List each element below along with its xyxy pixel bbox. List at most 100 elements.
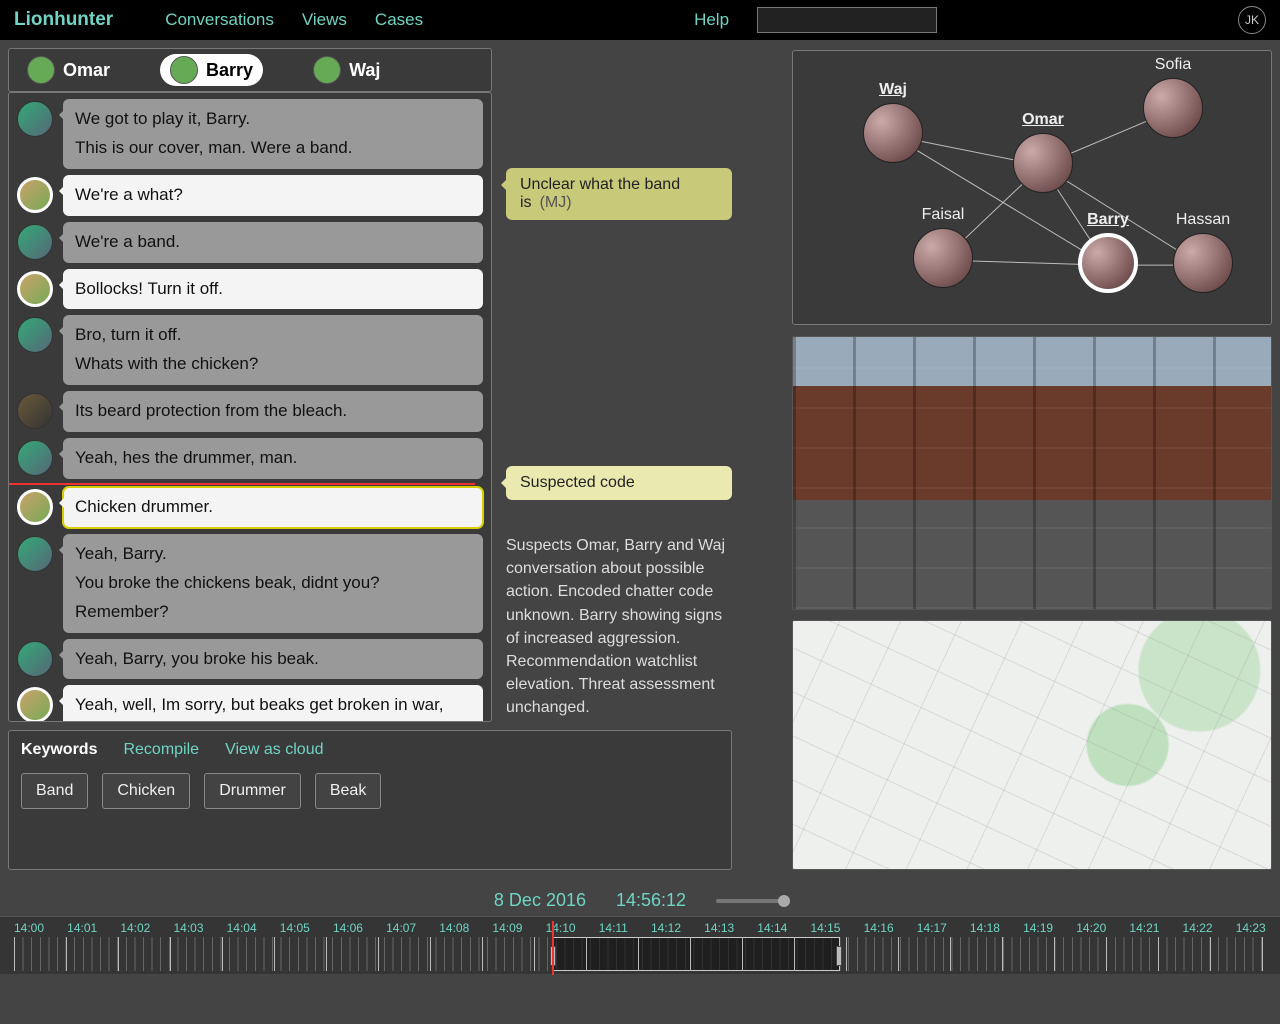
message-bubble[interactable]: We're a band. [63,222,483,263]
participant-omar[interactable]: Omar [17,54,120,86]
nav-conversations[interactable]: Conversations [165,10,274,30]
message-line: We're a band. [75,228,471,257]
message-bubble[interactable]: Bollocks! Turn it off. [63,269,483,310]
selection-handle-left[interactable] [550,946,556,966]
annotation[interactable]: Unclear what the band is(MJ) [506,168,732,220]
timeline-tick-label: 14:06 [333,921,363,935]
timeline-tick-label: 14:00 [14,921,44,935]
message-line: We got to play it, Barry. [75,105,471,134]
message-line: Its beard protection from the bleach. [75,397,471,426]
message-bubble[interactable]: Yeah, Barry, you broke his beak. [63,639,483,680]
participant-barry[interactable]: Barry [160,54,263,86]
timeline-tick-label: 14:16 [864,921,894,935]
speaker-avatar-barry [17,489,53,525]
timeline-tick-label: 14:18 [970,921,1000,935]
selection-handle-right[interactable] [836,946,842,966]
participant-waj[interactable]: Waj [303,54,390,86]
message-row[interactable]: Yeah, Barry.You broke the chickens beak,… [17,534,483,633]
timeline[interactable]: 14:0014:0114:0214:0314:0414:0514:0614:07… [0,916,1280,974]
node-avatar [1078,233,1138,293]
message-bubble[interactable]: Yeah, well, Im sorry, but beaks get brok… [63,685,483,722]
message-line: Whats with the chicken? [75,350,471,379]
keyword-chip[interactable]: Chicken [102,773,190,809]
node-avatar [863,103,923,163]
keyword-chip[interactable]: Beak [315,773,381,809]
message-line: We're a what? [75,181,471,210]
node-label: Sofia [1133,56,1213,74]
graph-node-faisal[interactable]: Faisal [903,206,983,288]
keyword-chip[interactable]: Drummer [204,773,301,809]
message-row[interactable]: Chicken drummer. [17,487,483,528]
message-bubble[interactable]: Chicken drummer. [63,487,483,528]
graph-node-hassan[interactable]: Hassan [1163,211,1243,293]
message-bubble[interactable]: Its beard protection from the bleach. [63,391,483,432]
annotation-author: (MJ) [540,194,572,211]
message-bubble[interactable]: Yeah, Barry.You broke the chickens beak,… [63,534,483,633]
search-input[interactable] [757,7,937,33]
message-row[interactable]: We're a what? [17,175,483,216]
message-line: Yeah, Barry, you broke his beak. [75,645,471,674]
message-line: This is our cover, man. Were a band. [75,134,471,163]
timeline-tick-label: 14:03 [173,921,203,935]
message-bubble[interactable]: We got to play it, Barry.This is our cov… [63,99,483,169]
graph-node-waj[interactable]: Waj [853,81,933,163]
timeline-selection[interactable] [552,937,840,971]
keywords-view-cloud[interactable]: View as cloud [225,741,323,759]
message-bubble[interactable]: Yeah, hes the drummer, man. [63,438,483,479]
speaker-avatar-omar [17,224,53,260]
speaker-avatar-omar [17,101,53,137]
timeline-tick-label: 14:02 [120,921,150,935]
participant-label: Waj [349,60,380,81]
node-avatar [1013,133,1073,193]
node-label: Faisal [903,206,983,224]
message-line: Yeah, well, Im sorry, but beaks get brok… [75,691,471,722]
message-row[interactable]: Its beard protection from the bleach. [17,391,483,432]
timeline-playhead[interactable] [552,921,554,975]
timeline-tick-label: 14:12 [651,921,681,935]
top-bar: Lionhunter Conversations Views Cases Hel… [0,0,1280,40]
user-avatar[interactable]: JK [1238,6,1266,34]
timeline-tick-label: 14:10 [546,921,576,935]
relationship-graph[interactable]: Waj Omar Sofia Faisal Barry Hassan [792,50,1272,325]
avatar-icon [27,56,55,84]
speaker-avatar-omar [17,440,53,476]
location-photo[interactable] [792,336,1272,610]
graph-node-omar[interactable]: Omar [1003,111,1083,193]
node-avatar [1173,233,1233,293]
message-row[interactable]: Bollocks! Turn it off. [17,269,483,310]
message-line: Yeah, hes the drummer, man. [75,444,471,473]
message-row[interactable]: Yeah, Barry, you broke his beak. [17,639,483,680]
keyword-chip[interactable]: Band [21,773,88,809]
annotation[interactable]: Suspected code [506,466,732,500]
zoom-slider[interactable] [716,899,786,903]
timeline-tick-label: 14:22 [1183,921,1213,935]
node-label: Hassan [1163,211,1243,229]
graph-node-barry[interactable]: Barry [1068,211,1148,293]
avatar-icon [170,56,198,84]
message-row[interactable]: Bro, turn it off.Whats with the chicken? [17,315,483,385]
message-line: Bollocks! Turn it off. [75,275,471,304]
participant-label: Omar [63,60,110,81]
conversation-panel: We got to play it, Barry.This is our cov… [8,92,492,722]
nav-help[interactable]: Help [694,10,729,30]
nav-views[interactable]: Views [302,10,347,30]
timeline-meta: 8 Dec 2016 14:56:12 [0,890,1280,911]
timeline-tick-label: 14:13 [704,921,734,935]
node-avatar [913,228,973,288]
keywords-recompile[interactable]: Recompile [123,741,199,759]
graph-node-sofia[interactable]: Sofia [1133,56,1213,138]
node-label: Barry [1068,211,1148,229]
timeline-time: 14:56:12 [616,890,686,911]
message-row[interactable]: We got to play it, Barry.This is our cov… [17,99,483,169]
message-row[interactable]: Yeah, well, Im sorry, but beaks get brok… [17,685,483,722]
message-bubble[interactable]: We're a what? [63,175,483,216]
timeline-tick-label: 14:19 [1023,921,1053,935]
message-row[interactable]: We're a band. [17,222,483,263]
message-bubble[interactable]: Bro, turn it off.Whats with the chicken? [63,315,483,385]
keywords-title: Keywords [21,741,97,759]
timeline-tick-label: 14:04 [227,921,257,935]
message-row[interactable]: Yeah, hes the drummer, man. [17,438,483,479]
nav-cases[interactable]: Cases [375,10,423,30]
speaker-avatar-omar [17,536,53,572]
location-map[interactable] [792,620,1272,870]
